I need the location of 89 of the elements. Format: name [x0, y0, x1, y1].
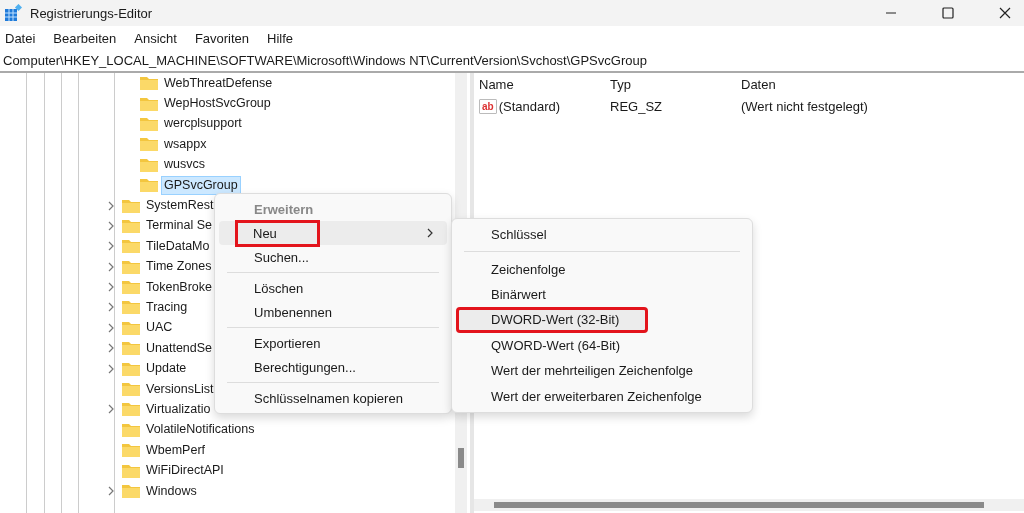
- chevron-right-icon[interactable]: [108, 322, 114, 333]
- tree-item[interactable]: WiFiDirectAPI: [143, 461, 227, 481]
- menu-item[interactable]: Exportieren: [219, 331, 447, 355]
- menu-item[interactable]: Binärwert: [456, 281, 748, 308]
- menu-item[interactable]: Zeichenfolge: [456, 256, 748, 282]
- menu-item[interactable]: Schlüssel: [456, 222, 748, 248]
- maximize-icon[interactable]: [942, 7, 954, 19]
- chevron-right-icon[interactable]: [108, 404, 114, 415]
- menu-item[interactable]: QWORD-Wert (64-Bit): [456, 332, 748, 358]
- menu-item[interactable]: Favoriten: [194, 31, 250, 46]
- menu-header: Erweitern: [253, 200, 315, 219]
- menu-item[interactable]: Neu: [219, 221, 447, 245]
- menu-item[interactable]: Ansicht: [134, 31, 177, 46]
- folder-icon: [140, 157, 158, 172]
- menu-item[interactable]: Umbenennen: [219, 300, 447, 324]
- folder-icon: [122, 280, 140, 295]
- table-cell-text: REG_SZ: [610, 98, 663, 114]
- menu-item[interactable]: Suchen...: [219, 245, 447, 269]
- folder-icon: [122, 320, 140, 335]
- folder-icon: [122, 422, 140, 437]
- menu-item[interactable]: Löschen: [219, 276, 447, 300]
- folder-icon: [140, 116, 158, 131]
- tree-item[interactable]: VersionsList: [143, 379, 217, 399]
- scrollbar-thumb[interactable]: [494, 502, 984, 508]
- chevron-right-icon: [427, 228, 433, 238]
- tree-item[interactable]: Terminal Se: [143, 216, 215, 236]
- folder-icon: [122, 382, 140, 397]
- folder-icon: [122, 300, 140, 315]
- window-title: Registrierungs-Editor: [30, 5, 153, 21]
- chevron-right-icon[interactable]: [108, 220, 114, 231]
- folder-icon: [140, 76, 158, 91]
- menu-item[interactable]: Wert der erweiterbaren Zeichenfolge: [456, 383, 748, 409]
- menu-item[interactable]: DWORD-Wert (32-Bit): [456, 307, 648, 333]
- chevron-right-icon[interactable]: [108, 302, 114, 313]
- folder-icon: [140, 178, 158, 193]
- horizontal-scrollbar[interactable]: [474, 499, 1024, 511]
- chevron-right-icon[interactable]: [108, 200, 114, 211]
- column-header[interactable]: Typ: [610, 76, 741, 92]
- folder-icon: [122, 239, 140, 254]
- tree-item[interactable]: wsappx: [161, 134, 210, 154]
- folder-icon: [140, 137, 158, 152]
- tree-item[interactable]: Time Zones: [143, 257, 215, 277]
- tree-item[interactable]: WbemPerf: [143, 440, 209, 460]
- column-header[interactable]: Daten: [741, 76, 776, 92]
- string-value-icon: ab: [479, 98, 497, 114]
- folder-icon: [122, 402, 140, 417]
- tree-item[interactable]: TileDataMo: [143, 236, 213, 256]
- folder-icon: [122, 484, 140, 498]
- registry-editor-icon: [4, 4, 22, 22]
- tree-item[interactable]: SystemRest: [143, 196, 217, 216]
- menu-item[interactable]: Bearbeiten: [53, 31, 117, 46]
- tree-item[interactable]: UAC: [143, 318, 176, 338]
- table-cell: (Wert nicht festgelegt): [741, 98, 868, 114]
- close-icon[interactable]: [999, 7, 1011, 19]
- tree-item[interactable]: WepHostSvcGroup: [161, 94, 274, 114]
- tree-item[interactable]: TokenBroke: [143, 277, 215, 297]
- folder-icon: [122, 443, 140, 458]
- folder-icon: [122, 198, 140, 213]
- tree-item[interactable]: wercplsupport: [161, 114, 245, 134]
- chevron-right-icon[interactable]: [108, 282, 114, 293]
- chevron-right-icon[interactable]: [108, 486, 114, 496]
- tree-item[interactable]: Virtualizatio: [143, 399, 214, 419]
- menu-item[interactable]: Wert der mehrteiligen Zeichenfolge: [456, 357, 748, 384]
- tree-item[interactable]: Tracing: [143, 298, 191, 317]
- tree-item[interactable]: WebThreatDefense: [161, 73, 276, 93]
- folder-icon: [122, 463, 140, 478]
- column-header[interactable]: Name: [474, 76, 610, 92]
- chevron-right-icon[interactable]: [108, 241, 114, 252]
- folder-icon: [122, 341, 140, 356]
- menu-item[interactable]: Datei: [5, 31, 36, 46]
- chevron-right-icon[interactable]: [108, 363, 114, 374]
- tree-item[interactable]: Windows: [143, 481, 200, 501]
- tree-item[interactable]: GPSvcGroup: [161, 175, 241, 195]
- table-cell: (Standard): [498, 98, 561, 114]
- menu-item[interactable]: Hilfe: [267, 31, 294, 46]
- chevron-right-icon[interactable]: [108, 261, 114, 272]
- folder-icon: [122, 218, 140, 233]
- chevron-right-icon[interactable]: [108, 343, 114, 354]
- folder-icon: [140, 96, 158, 111]
- menu-item-label: Neu: [235, 219, 320, 247]
- menu-item[interactable]: Berechtigungen...: [219, 355, 447, 379]
- tree-item[interactable]: Update: [143, 359, 190, 379]
- tree-item[interactable]: UnattendSe: [143, 338, 216, 358]
- tree-item[interactable]: VolatileNotifications: [143, 420, 258, 440]
- tree-item[interactable]: wusvcs: [161, 155, 208, 175]
- menu-item[interactable]: Schlüsselnamen kopieren: [219, 386, 447, 410]
- folder-icon: [122, 259, 140, 274]
- scrollbar-thumb[interactable]: [458, 448, 464, 468]
- folder-icon: [122, 361, 140, 376]
